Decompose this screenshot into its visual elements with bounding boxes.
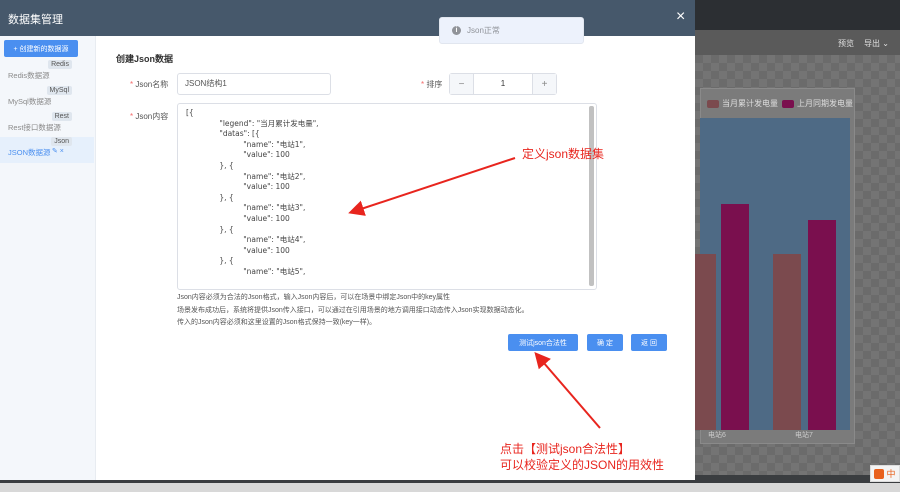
back-button[interactable]: 返 回 — [631, 334, 667, 351]
x-tick-label: 电站7 — [795, 432, 813, 439]
create-datasource-button[interactable]: + 创建新的数据源 — [4, 40, 78, 57]
datasource-tag: Redis — [48, 60, 72, 69]
x-tick-label: 电站6 — [708, 432, 726, 439]
modal-title: 数据集管理 — [8, 14, 63, 26]
sort-stepper: − 1 + — [449, 73, 557, 95]
annotation-click-line2: 可以校验定义的JSON的用效性 — [500, 458, 665, 472]
json-content-textarea[interactable]: [{ "legend": "当月累计发电量", "datas": [{ "nam… — [177, 103, 597, 290]
form-title: 创建Json数据 — [116, 54, 174, 64]
help-text-line: 传入的Json内容必须和这里设置的Json格式保持一致(key一样)。 — [177, 319, 377, 326]
export-button[interactable]: 导出 ⌄ — [864, 38, 889, 49]
legend-label: 上月同期发电量 — [797, 99, 853, 108]
legend-label: 当月累计发电量 — [722, 99, 778, 108]
datasource-tag: MySql — [46, 86, 72, 95]
toast-text: Json正常 — [467, 26, 500, 35]
datasource-label: JSON数据源 — [8, 148, 51, 157]
sidebar-item-rest[interactable]: Rest Rest接口数据源 — [0, 112, 94, 138]
json-content-label: * Json内容 — [130, 112, 169, 121]
sort-label: * 排序 — [421, 80, 443, 89]
json-name-label: * Json名称 — [130, 80, 169, 89]
datasource-tag: Json — [51, 137, 72, 146]
background-topbar — [695, 0, 900, 30]
bar — [773, 254, 801, 430]
help-text-line: Json内容必须为合法的Json格式，输入Json内容后，可以在场景中绑定Jso… — [177, 294, 451, 301]
ime-indicator[interactable]: 中 — [870, 465, 900, 482]
confirm-button[interactable]: 确 定 — [587, 334, 623, 351]
decrement-button[interactable]: − — [450, 74, 474, 94]
bar — [721, 204, 749, 430]
sidebar-item-mysql[interactable]: MySql MySql数据源 — [0, 86, 94, 112]
bottom-bar — [0, 483, 900, 492]
legend-swatch — [782, 99, 794, 108]
test-json-button[interactable]: 测试json合法性 — [508, 334, 578, 351]
background-plot-area — [688, 118, 850, 430]
legend-item: 当月累计发电量 — [707, 98, 778, 109]
textarea-scrollbar[interactable] — [589, 106, 594, 286]
sidebar-item-redis[interactable]: Redis Redis数据源 — [0, 60, 94, 86]
help-text-line: 场景发布成功后，系统将提供Json传入接口，可以通过在引用场景的地方调用接口动态… — [177, 307, 529, 314]
edit-delete-icons[interactable]: ✎ × — [52, 147, 64, 155]
datasource-sidebar: + 创建新的数据源 Redis Redis数据源 MySql MySql数据源 … — [0, 36, 96, 480]
ime-label: 中 — [886, 469, 896, 479]
info-icon: i — [452, 26, 461, 35]
annotation-define-json: 定义json数据集 — [522, 147, 605, 161]
ime-logo-icon — [874, 468, 885, 479]
increment-button[interactable]: + — [532, 74, 556, 94]
sort-value[interactable]: 1 — [474, 74, 532, 94]
datasource-label: Redis数据源 — [8, 71, 50, 80]
sidebar-item-json[interactable]: Json JSON数据源 ✎ × — [0, 137, 94, 163]
legend-swatch — [707, 99, 719, 108]
json-content-text: [{ "legend": "当月累计发电量", "datas": [{ "nam… — [186, 108, 319, 276]
annotation-click-line1: 点击【测试json合法性】 — [500, 442, 631, 456]
bar — [808, 220, 836, 430]
modal-header: 数据集管理 × — [0, 0, 695, 36]
preview-button[interactable]: 预览 — [838, 38, 854, 49]
datasource-label: MySql数据源 — [8, 97, 52, 106]
legend-item: 上月同期发电量 — [782, 98, 853, 109]
toast-message: i Json正常 — [439, 17, 584, 44]
dataset-modal: 数据集管理 × + 创建新的数据源 Redis Redis数据源 MySql M… — [0, 0, 695, 480]
close-icon[interactable]: × — [676, 9, 685, 25]
datasource-label: Rest接口数据源 — [8, 123, 61, 132]
json-name-input[interactable]: JSON结构1 — [177, 73, 331, 95]
datasource-tag: Rest — [51, 112, 72, 121]
